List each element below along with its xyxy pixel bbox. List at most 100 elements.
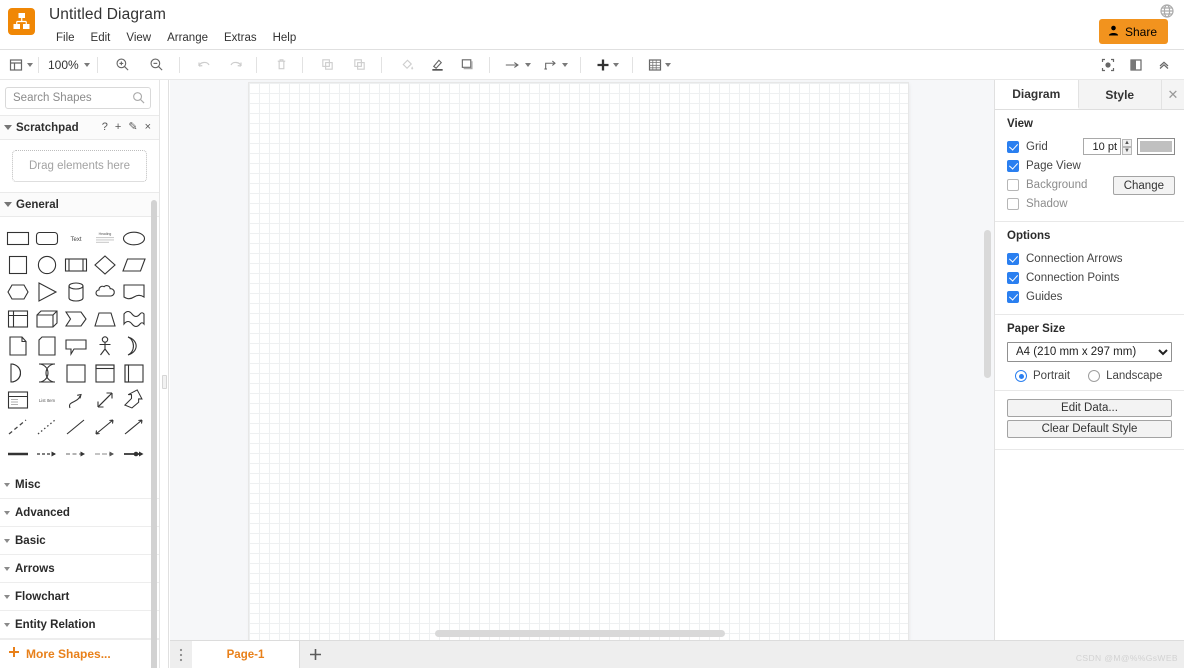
shape-callout[interactable] xyxy=(62,332,90,359)
sidebar-scrollbar[interactable] xyxy=(151,200,157,668)
zoom-out-icon[interactable] xyxy=(145,53,169,77)
menu-view[interactable]: View xyxy=(118,31,159,45)
grid-checkbox[interactable] xyxy=(1007,140,1019,153)
close-icon[interactable]: × xyxy=(145,122,151,133)
shape-container[interactable] xyxy=(62,359,90,386)
shape-diamond[interactable] xyxy=(91,251,119,278)
shape-vertical-container[interactable] xyxy=(91,359,119,386)
shape-dashed-line[interactable] xyxy=(4,413,32,440)
shape-step[interactable] xyxy=(62,305,90,332)
shape-actor[interactable] xyxy=(91,332,119,359)
shape-data-storage[interactable] xyxy=(33,359,61,386)
scratchpad-header[interactable]: Scratchpad ? + ✎ × xyxy=(0,115,159,140)
shape-cloud[interactable] xyxy=(91,278,119,305)
shape-link[interactable] xyxy=(4,440,32,467)
shape-list[interactable] xyxy=(4,386,32,413)
menu-arrange[interactable]: Arrange xyxy=(159,31,216,45)
grid-size-stepper[interactable]: ▲ ▼ xyxy=(1122,138,1132,155)
search-icon[interactable] xyxy=(132,91,145,104)
bring-to-front-icon[interactable] xyxy=(316,53,340,77)
search-box[interactable] xyxy=(5,87,151,109)
clear-default-style-button[interactable]: Clear Default Style xyxy=(1007,420,1172,438)
add-icon[interactable]: + xyxy=(115,122,121,133)
category-misc[interactable]: Misc xyxy=(0,471,159,499)
table-icon[interactable] xyxy=(648,53,672,77)
help-icon[interactable]: ? xyxy=(102,122,108,133)
category-arrows[interactable]: Arrows xyxy=(0,555,159,583)
canvas-vertical-scrollbar[interactable] xyxy=(984,230,991,378)
shape-hexagon[interactable] xyxy=(4,278,32,305)
portrait-radio[interactable] xyxy=(1015,370,1027,382)
stepper-up-icon[interactable]: ▲ xyxy=(1122,138,1132,147)
fullscreen-icon[interactable] xyxy=(1096,53,1120,77)
waypoint-icon[interactable] xyxy=(543,53,568,77)
shape-list-item[interactable]: List Item xyxy=(33,386,61,413)
page-tab-page-1[interactable]: Page-1 xyxy=(192,640,300,668)
shape-bidirectional-arrow[interactable] xyxy=(91,386,119,413)
shape-arrow[interactable] xyxy=(120,386,148,413)
category-advanced[interactable]: Advanced xyxy=(0,499,159,527)
tab-diagram[interactable]: Diagram xyxy=(995,80,1079,109)
diagram-canvas[interactable] xyxy=(170,80,994,640)
redo-icon[interactable] xyxy=(224,53,248,77)
page-sheet[interactable] xyxy=(249,83,908,640)
shape-horizontal-container[interactable] xyxy=(120,359,148,386)
shape-textbox[interactable]: Heading xyxy=(91,224,119,251)
add-page-button[interactable] xyxy=(300,641,330,668)
document-title[interactable]: Untitled Diagram xyxy=(49,6,166,24)
format-panel-icon[interactable] xyxy=(1124,53,1148,77)
edit-data-button[interactable]: Edit Data... xyxy=(1007,399,1172,417)
shape-internal-storage[interactable] xyxy=(4,305,32,332)
chevron-up-icon[interactable] xyxy=(1152,53,1176,77)
close-icon[interactable]: ✕ xyxy=(1162,80,1184,109)
fill-color-icon[interactable] xyxy=(396,53,420,77)
insert-plus-icon[interactable] xyxy=(596,53,620,77)
send-to-back-icon[interactable] xyxy=(348,53,372,77)
tab-style[interactable]: Style xyxy=(1078,80,1162,109)
shape-rectangle[interactable] xyxy=(4,224,32,251)
connection-points-checkbox[interactable] xyxy=(1007,271,1019,284)
paper-size-select[interactable]: A4 (210 mm x 297 mm) xyxy=(1007,342,1172,362)
shape-line[interactable] xyxy=(62,413,90,440)
shape-arrow-connector[interactable] xyxy=(33,440,61,467)
page-view-checkbox-row[interactable]: Page View xyxy=(1007,156,1172,175)
shape-dotted-line[interactable] xyxy=(33,413,61,440)
change-background-button[interactable]: Change xyxy=(1112,176,1175,195)
shape-note[interactable] xyxy=(4,332,32,359)
shape-circle[interactable] xyxy=(33,251,61,278)
shape-cube[interactable] xyxy=(33,305,61,332)
shape-parallelogram[interactable] xyxy=(120,251,148,278)
shape-card[interactable] xyxy=(33,332,61,359)
connection-arrow-icon[interactable] xyxy=(504,53,531,77)
shape-dashed-connector[interactable] xyxy=(91,440,119,467)
shadow-checkbox-row[interactable]: Shadow xyxy=(1007,194,1172,213)
page-view-checkbox[interactable] xyxy=(1007,159,1019,172)
share-button[interactable]: Share xyxy=(1098,19,1168,44)
category-basic[interactable]: Basic xyxy=(0,527,159,555)
shape-square[interactable] xyxy=(4,251,32,278)
edit-icon[interactable]: ✎ xyxy=(128,122,137,133)
shape-or[interactable] xyxy=(120,332,148,359)
shape-tape[interactable] xyxy=(120,305,148,332)
zoom-selector[interactable]: 100% xyxy=(44,53,92,77)
search-input[interactable] xyxy=(6,88,150,108)
scratchpad-dropzone[interactable]: Drag elements here xyxy=(12,150,147,182)
grid-color-swatch[interactable] xyxy=(1137,138,1175,155)
menu-extras[interactable]: Extras xyxy=(216,31,265,45)
globe-icon[interactable] xyxy=(1160,4,1174,18)
shape-document[interactable] xyxy=(120,278,148,305)
shape-triangle[interactable] xyxy=(33,278,61,305)
guides-checkbox[interactable] xyxy=(1007,290,1019,303)
undo-icon[interactable] xyxy=(192,53,216,77)
shape-ellipse[interactable] xyxy=(120,224,148,251)
shape-dashed-arrow[interactable] xyxy=(62,440,90,467)
connection-arrows-row[interactable]: Connection Arrows xyxy=(1007,249,1172,268)
menu-file[interactable]: File xyxy=(48,31,83,45)
line-color-icon[interactable] xyxy=(426,53,450,77)
splitter-handle[interactable] xyxy=(162,375,167,389)
landscape-radio[interactable] xyxy=(1088,370,1101,382)
shadow-checkbox[interactable] xyxy=(1007,197,1019,210)
connection-arrows-checkbox[interactable] xyxy=(1007,252,1019,265)
shape-bidirectional-connector[interactable] xyxy=(91,413,119,440)
background-checkbox[interactable] xyxy=(1007,178,1019,191)
